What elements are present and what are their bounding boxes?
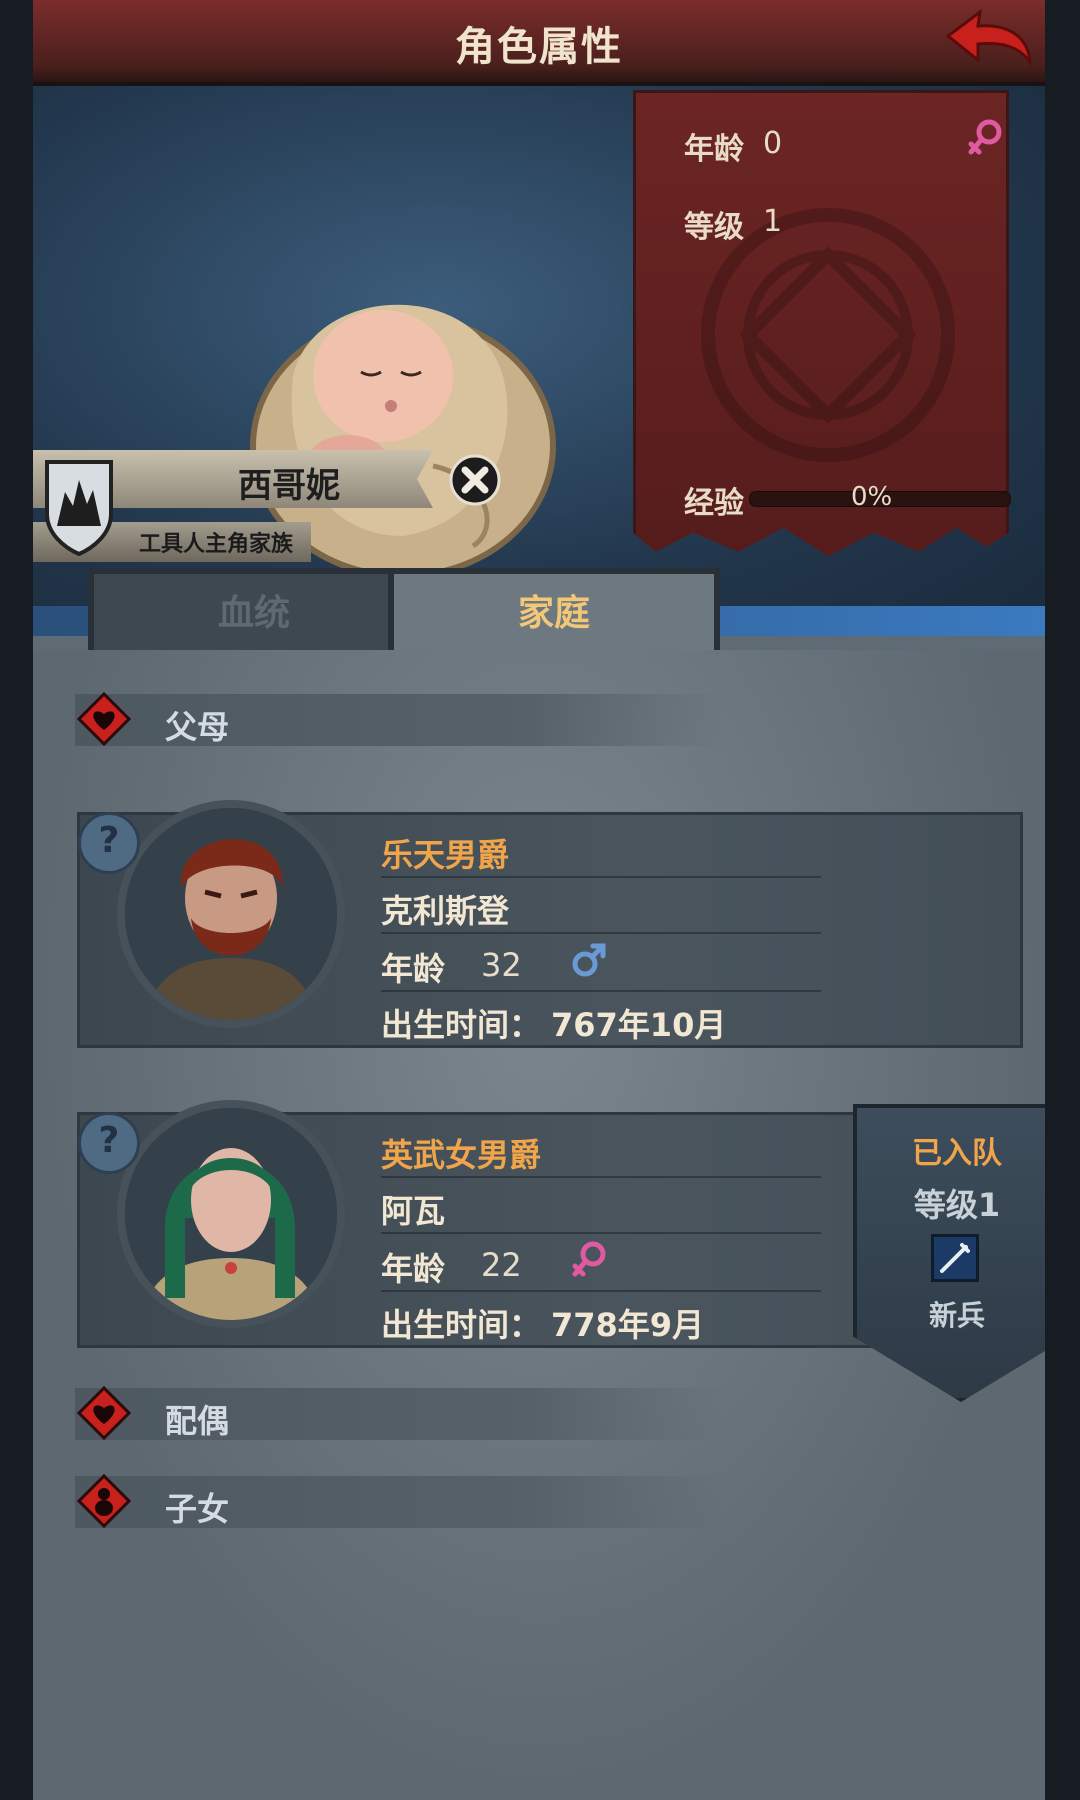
- age-label: 年龄: [684, 132, 744, 167]
- character-screen: 角色属性 西哥妮 工具人主角家族 年龄 0 等级 1 经验 0% 血统 家庭 父…: [33, 0, 1045, 1800]
- sword-icon: [931, 1234, 979, 1282]
- section-title-children: 子女: [165, 1490, 230, 1528]
- child-icon: [77, 1474, 131, 1528]
- family-name: 工具人主角家族: [138, 532, 293, 557]
- page-title: 角色属性: [455, 24, 623, 70]
- female-icon: [968, 119, 1002, 155]
- divider: [381, 932, 821, 934]
- joined-role: 新兵: [928, 1299, 985, 1332]
- mother-age-value: 22: [481, 1246, 522, 1284]
- exp-value: 0%: [851, 482, 893, 512]
- female-icon: [572, 1241, 606, 1277]
- father-birth-label: 出生时间：: [381, 1006, 542, 1044]
- father-title: 乐天男爵: [381, 836, 510, 874]
- mother-birth-label: 出生时间：: [381, 1306, 542, 1344]
- divider: [381, 1232, 821, 1234]
- mother-name: 阿瓦: [381, 1192, 446, 1230]
- left-frame: [0, 0, 33, 1800]
- mother-age-label: 年龄: [381, 1250, 446, 1288]
- section-title-spouse: 配偶: [165, 1402, 230, 1440]
- father-age-value: 32: [481, 946, 522, 984]
- exp-label: 经验: [684, 486, 744, 521]
- mother-title: 英武女男爵: [381, 1136, 542, 1174]
- character-name: 西哥妮: [238, 466, 340, 506]
- mother-portrait: [117, 1100, 345, 1328]
- male-icon: [572, 943, 606, 977]
- close-icon[interactable]: [447, 452, 503, 508]
- level-value: 1: [763, 204, 783, 239]
- father-name: 克利斯登: [381, 892, 510, 930]
- level-label: 等级: [684, 210, 744, 245]
- father-portrait: [117, 800, 345, 1028]
- joined-status: 已入队: [912, 1136, 1002, 1171]
- divider: [381, 990, 821, 992]
- help-icon[interactable]: ?: [78, 812, 140, 874]
- joined-level: 等级1: [913, 1186, 1001, 1224]
- help-icon[interactable]: ?: [78, 1112, 140, 1174]
- section-title-parents: 父母: [165, 708, 230, 746]
- tab-family[interactable]: 家庭: [388, 568, 720, 660]
- divider: [381, 1176, 821, 1178]
- divider: [381, 1290, 821, 1292]
- heart-icon: [77, 692, 131, 746]
- father-birth-value: 767年10月: [551, 1006, 727, 1044]
- divider: [381, 876, 821, 878]
- age-value: 0: [763, 126, 783, 161]
- family-crest-icon: [45, 460, 113, 556]
- right-frame: [1045, 0, 1080, 1800]
- mother-birth-value: 778年9月: [551, 1306, 705, 1344]
- header-bar: 角色属性: [33, 0, 1045, 86]
- back-arrow-icon[interactable]: [938, 6, 1038, 76]
- father-age-label: 年龄: [381, 950, 446, 988]
- heart-icon: [77, 1386, 131, 1440]
